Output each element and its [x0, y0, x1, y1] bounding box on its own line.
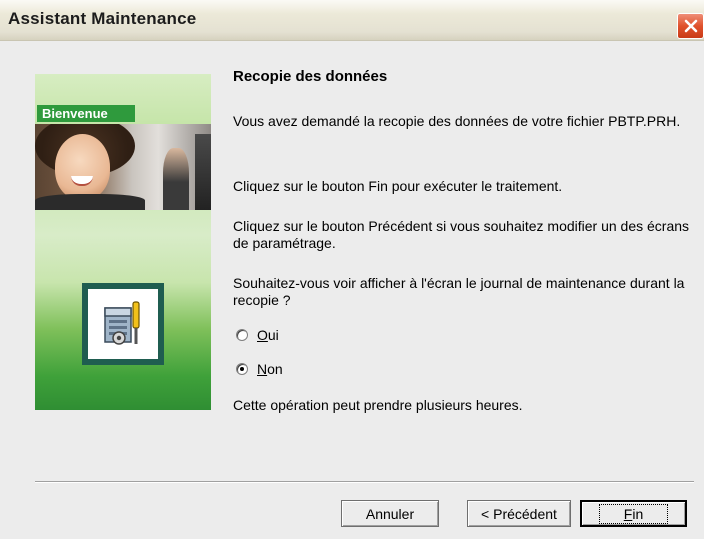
wizard-content: Bienvenue Recopie des données Vous avez …	[0, 41, 704, 539]
welcome-label: Bienvenue	[37, 105, 135, 122]
cancel-button[interactable]: Annuler	[341, 500, 439, 527]
intro-text: Vous avez demandé la recopie des données…	[233, 113, 681, 129]
radio-oui-label: Oui	[257, 327, 279, 343]
finish-button[interactable]: Fin	[580, 500, 687, 527]
radio-non-circle[interactable]	[236, 363, 248, 375]
button-separator	[35, 481, 694, 483]
welcome-photo	[35, 124, 211, 210]
close-icon	[684, 19, 698, 33]
previous-button[interactable]: < Précédent	[467, 500, 571, 527]
previous-instruction-text: Cliquez sur le bouton Précédent si vous …	[233, 218, 690, 251]
title-bar[interactable]: Assistant Maintenance	[0, 0, 704, 41]
journal-question-text: Souhaitez-vous voir afficher à l'écran l…	[233, 275, 685, 308]
wizard-window: Assistant Maintenance Bienvenue Recopie …	[0, 0, 704, 539]
cancel-button-label: Annuler	[365, 505, 415, 522]
radio-oui[interactable]: Oui	[236, 327, 279, 343]
duration-note: Cette opération peut prendre plusieurs h…	[233, 397, 523, 413]
page-heading: Recopie des données	[233, 68, 388, 85]
close-button[interactable]	[677, 13, 704, 39]
previous-button-label: < Précédent	[481, 505, 557, 522]
radio-oui-circle[interactable]	[236, 329, 248, 341]
maintenance-tools-icon	[82, 283, 164, 365]
finish-button-label: Fin	[598, 503, 669, 524]
window-title: Assistant Maintenance	[8, 9, 197, 28]
radio-non[interactable]: Non	[236, 361, 283, 377]
wizard-sidebar-image: Bienvenue	[35, 74, 211, 410]
radio-non-label: Non	[257, 361, 283, 377]
finish-instruction-text: Cliquez sur le bouton Fin pour exécuter …	[233, 178, 563, 194]
